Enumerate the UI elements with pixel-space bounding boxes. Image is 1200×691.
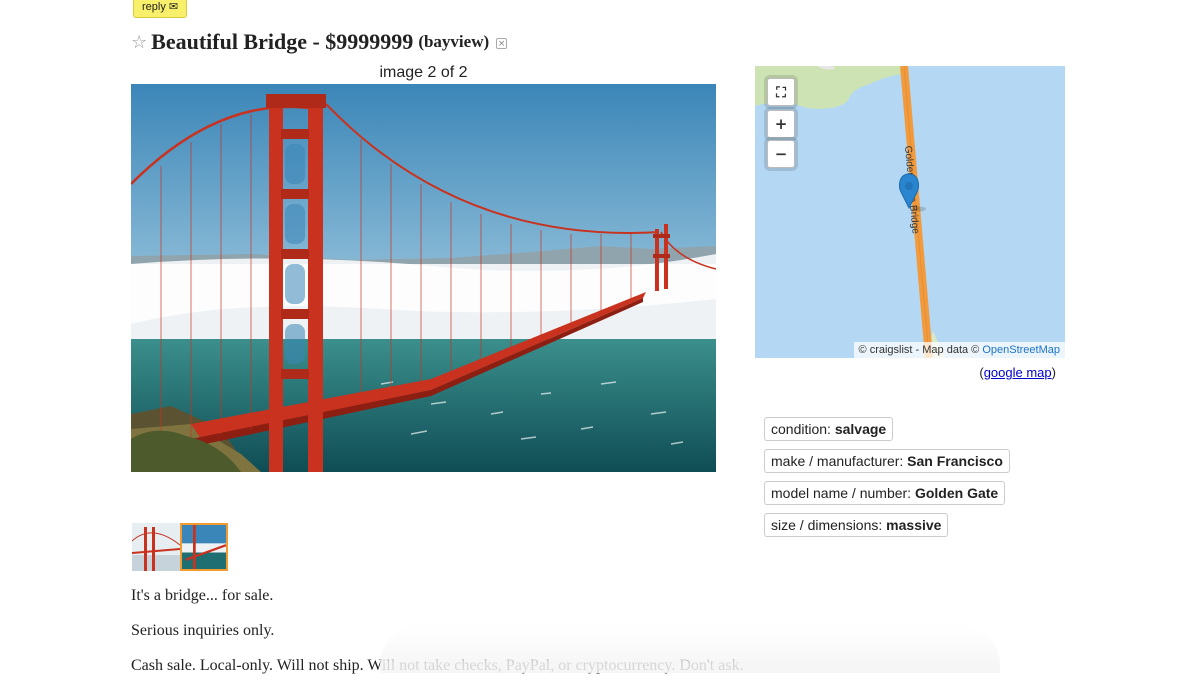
star-favorite-icon[interactable]: ☆	[131, 32, 147, 53]
attribute-make: make / manufacturer: San Francisco	[764, 449, 1010, 473]
body-paragraph: Cash sale. Local-only. Will not ship. Wi…	[131, 657, 744, 674]
attribute-value: Golden Gate	[914, 485, 999, 501]
attribute-value: San Francisco	[907, 453, 1003, 469]
fullscreen-icon: ⛶	[776, 85, 786, 101]
attribute-condition: condition: salvage	[764, 417, 894, 441]
attribute-label: size / dimensions:	[771, 517, 887, 533]
golden-gate-bridge-photo	[131, 84, 716, 472]
map-zoom-in-button[interactable]: +	[767, 110, 795, 138]
thumbnail-2-selected[interactable]	[180, 523, 228, 571]
map-fullscreen-button[interactable]: ⛶	[767, 78, 795, 106]
attribute-label: model name / number:	[771, 485, 915, 501]
openstreetmap-link[interactable]: OpenStreetMap	[982, 344, 1060, 356]
google-map-link-row: (google map)	[979, 365, 1056, 380]
thumbnail-strip	[132, 523, 228, 571]
location-map[interactable]: Golden Gate Bridge ⛶ + − © craigslist - …	[755, 66, 1065, 358]
paren-close: )	[1051, 365, 1056, 380]
map-zoom-out-button[interactable]: −	[767, 140, 795, 168]
hide-posting-icon[interactable]: ×	[496, 38, 508, 49]
google-map-link[interactable]: google map	[984, 365, 1052, 380]
map-attribution: © craigslist - Map data © OpenStreetMap	[853, 342, 1065, 358]
body-paragraph: It's a bridge... for sale.	[131, 587, 274, 604]
plus-icon: +	[774, 115, 788, 133]
attribute-group: condition: salvage make / manufacturer: …	[764, 417, 1010, 545]
posting-location: (bayview)	[418, 32, 490, 51]
posting-body: It's a bridge... for sale. Serious inqui…	[131, 586, 831, 691]
map-attribution-text: © craigslist - Map data ©	[858, 344, 983, 356]
envelope-icon: ✉	[168, 1, 179, 13]
attribute-size: size / dimensions: massive	[764, 513, 949, 537]
attribute-label: make / manufacturer:	[771, 453, 908, 469]
image-counter: image 2 of 2	[379, 64, 468, 81]
minus-icon: −	[774, 145, 788, 163]
body-paragraph: Serious inquiries only.	[131, 622, 275, 639]
main-photo[interactable]	[131, 84, 716, 472]
map-canvas: Golden Gate Bridge	[755, 66, 1065, 358]
attribute-value: massive	[886, 517, 942, 533]
posting-title-row: ☆ Beautiful Bridge - $9999999 (bayview) …	[131, 28, 508, 56]
attribute-model: model name / number: Golden Gate	[764, 481, 1006, 505]
attribute-value: salvage	[834, 421, 887, 437]
reply-button[interactable]: reply ✉	[133, 0, 188, 18]
thumbnail-1[interactable]	[132, 523, 180, 571]
reply-label: reply	[142, 1, 166, 13]
attribute-label: condition:	[771, 421, 835, 437]
posting-title: Beautiful Bridge - $9999999	[151, 29, 414, 54]
